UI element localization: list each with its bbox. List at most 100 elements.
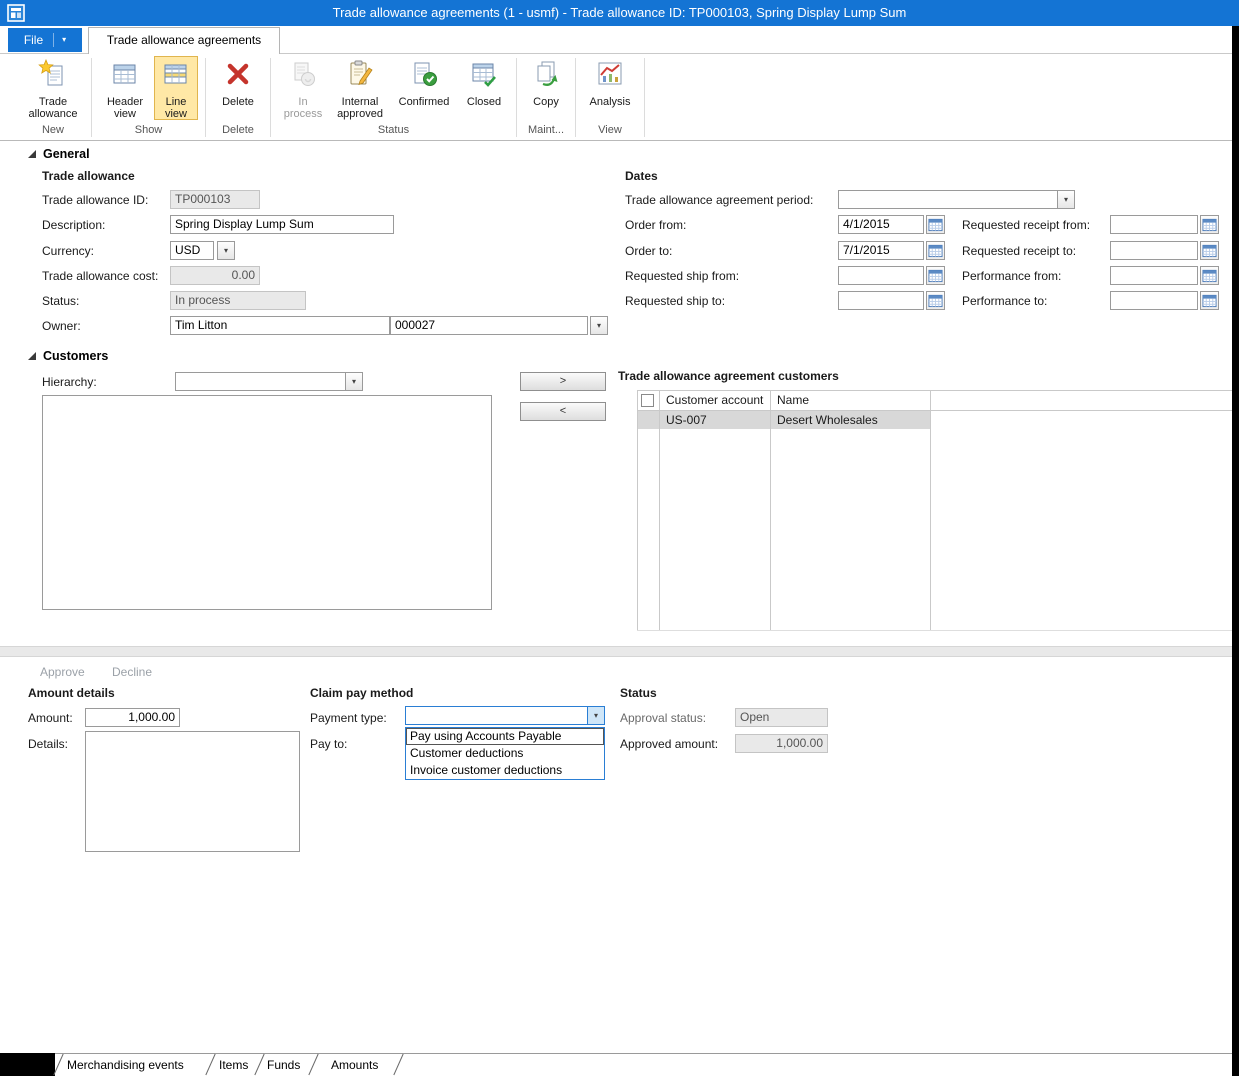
internal-approved-button-label: Internal approved <box>332 96 388 120</box>
delete-button-label: Delete <box>214 96 262 108</box>
confirmed-button[interactable]: Confirmed <box>392 56 456 120</box>
payment-option[interactable]: Customer deductions <box>406 745 604 762</box>
performance-from-field[interactable] <box>1110 266 1198 285</box>
grid-border <box>930 390 931 630</box>
payment-option[interactable]: Pay using Accounts Payable <box>406 728 604 745</box>
grid-border <box>637 390 1232 391</box>
agreement-period-combo[interactable]: ▾ <box>838 190 1075 209</box>
in-process-button: In process <box>278 56 328 120</box>
currency-label: Currency: <box>42 244 94 258</box>
collapse-icon <box>28 150 36 158</box>
delete-icon <box>223 59 253 94</box>
copy-button[interactable]: Copy <box>524 56 568 120</box>
hierarchy-customer-listbox[interactable] <box>42 395 492 610</box>
ribbon-tab-trade-allowance-agreements[interactable]: Trade allowance agreements <box>88 27 280 54</box>
collapse-icon <box>28 352 36 360</box>
panel-splitter[interactable] <box>0 646 1232 657</box>
order-from-field[interactable]: 4/1/2015 <box>838 215 924 234</box>
line-view-button-label: Line view <box>155 96 197 120</box>
requested-receipt-from-label: Requested receipt from: <box>962 218 1090 232</box>
internal-approved-button[interactable]: Internal approved <box>331 56 389 120</box>
header-view-button[interactable]: Header view <box>99 56 151 120</box>
requested-receipt-from-calendar-icon[interactable] <box>1200 215 1219 234</box>
details-textarea[interactable] <box>85 731 300 852</box>
performance-to-calendar-icon[interactable] <box>1200 291 1219 310</box>
grid-border <box>637 390 638 630</box>
closed-icon <box>469 59 499 94</box>
description-field[interactable]: Spring Display Lump Sum <box>170 215 394 234</box>
trade-allowance-id-label: Trade allowance ID: <box>42 193 148 207</box>
performance-to-field[interactable] <box>1110 291 1198 310</box>
confirmed-icon <box>409 59 439 94</box>
order-to-label: Order to: <box>625 244 672 258</box>
order-from-label: Order from: <box>625 218 686 232</box>
select-all-checkbox[interactable] <box>641 394 654 407</box>
dropdown-icon[interactable]: ▾ <box>1057 191 1074 208</box>
requested-receipt-to-calendar-icon[interactable] <box>1200 241 1219 260</box>
hierarchy-label: Hierarchy: <box>42 375 97 389</box>
move-left-button[interactable]: < <box>520 402 606 421</box>
desktop-edge <box>1232 26 1239 1076</box>
closed-button-label: Closed <box>460 96 508 108</box>
order-to-field[interactable]: 7/1/2015 <box>838 241 924 260</box>
internal-approved-icon <box>345 59 375 94</box>
analysis-button[interactable]: Analysis <box>583 56 637 120</box>
general-section-header[interactable]: General <box>28 147 90 161</box>
ribbon-group-label-show: Show <box>135 122 163 140</box>
owner-name-field[interactable]: Tim Litton <box>170 316 390 335</box>
trade-allowance-button[interactable]: Trade allowance <box>22 56 84 120</box>
tab-merchandising-events[interactable]: Merchandising events <box>67 1058 184 1072</box>
chevron-down-icon: ▾ <box>53 33 66 47</box>
header-view-button-label: Header view <box>100 96 150 120</box>
payment-option[interactable]: Invoice customer deductions <box>406 762 604 779</box>
file-menu-button[interactable]: File ▾ <box>8 28 82 52</box>
dropdown-icon[interactable]: ▾ <box>587 707 604 724</box>
move-right-button[interactable]: > <box>520 372 606 391</box>
delete-button[interactable]: Delete <box>213 56 263 120</box>
line-view-icon <box>161 59 191 94</box>
dropdown-icon[interactable]: ▾ <box>345 373 362 390</box>
order-from-calendar-icon[interactable] <box>926 215 945 234</box>
cell-customer-account[interactable]: US-007 <box>666 413 707 427</box>
currency-dropdown-icon[interactable]: ▾ <box>217 241 235 260</box>
column-header-customer-account[interactable]: Customer account <box>666 393 763 407</box>
customers-section-header[interactable]: Customers <box>28 349 108 363</box>
requested-ship-to-calendar-icon[interactable] <box>926 291 945 310</box>
currency-field[interactable]: USD <box>170 241 214 260</box>
customers-section-title: Customers <box>43 349 108 363</box>
approved-amount-label: Approved amount: <box>620 737 718 751</box>
requested-receipt-from-field[interactable] <box>1110 215 1198 234</box>
payment-type-label: Payment type: <box>310 711 387 725</box>
amount-field[interactable]: 1,000.00 <box>85 708 180 727</box>
order-to-calendar-icon[interactable] <box>926 241 945 260</box>
status-label: Status: <box>42 294 79 308</box>
tab-amounts[interactable]: Amounts <box>331 1058 378 1072</box>
requested-receipt-to-field[interactable] <box>1110 241 1198 260</box>
ribbon-separator <box>91 58 92 137</box>
agreement-period-value <box>839 191 1057 208</box>
owner-id-field[interactable]: 000027 <box>390 316 588 335</box>
tab-items[interactable]: Items <box>219 1058 248 1072</box>
description-label: Description: <box>42 218 105 232</box>
owner-dropdown-icon[interactable]: ▾ <box>590 316 608 335</box>
ribbon-group-label-view: View <box>598 122 622 140</box>
title-bar: Trade allowance agreements (1 - usmf) - … <box>0 0 1239 26</box>
performance-to-label: Performance to: <box>962 294 1047 308</box>
tab-funds[interactable]: Funds <box>267 1058 300 1072</box>
performance-from-calendar-icon[interactable] <box>1200 266 1219 285</box>
hierarchy-combo[interactable]: ▾ <box>175 372 363 391</box>
closed-button[interactable]: Closed <box>459 56 509 120</box>
requested-ship-from-calendar-icon[interactable] <box>926 266 945 285</box>
amount-label: Amount: <box>28 711 73 725</box>
ribbon-separator <box>644 58 645 137</box>
ribbon: Trade allowance New Header view Line v <box>0 54 1232 141</box>
column-header-name[interactable]: Name <box>777 393 809 407</box>
analysis-button-label: Analysis <box>584 96 636 108</box>
requested-ship-to-field[interactable] <box>838 291 924 310</box>
cell-customer-name[interactable]: Desert Wholesales <box>777 413 878 427</box>
requested-ship-from-field[interactable] <box>838 266 924 285</box>
in-process-button-label: In process <box>279 96 327 120</box>
line-view-button[interactable]: Line view <box>154 56 198 120</box>
new-trade-allowance-icon <box>38 59 68 94</box>
payment-type-combo[interactable]: ▾ <box>405 706 605 725</box>
